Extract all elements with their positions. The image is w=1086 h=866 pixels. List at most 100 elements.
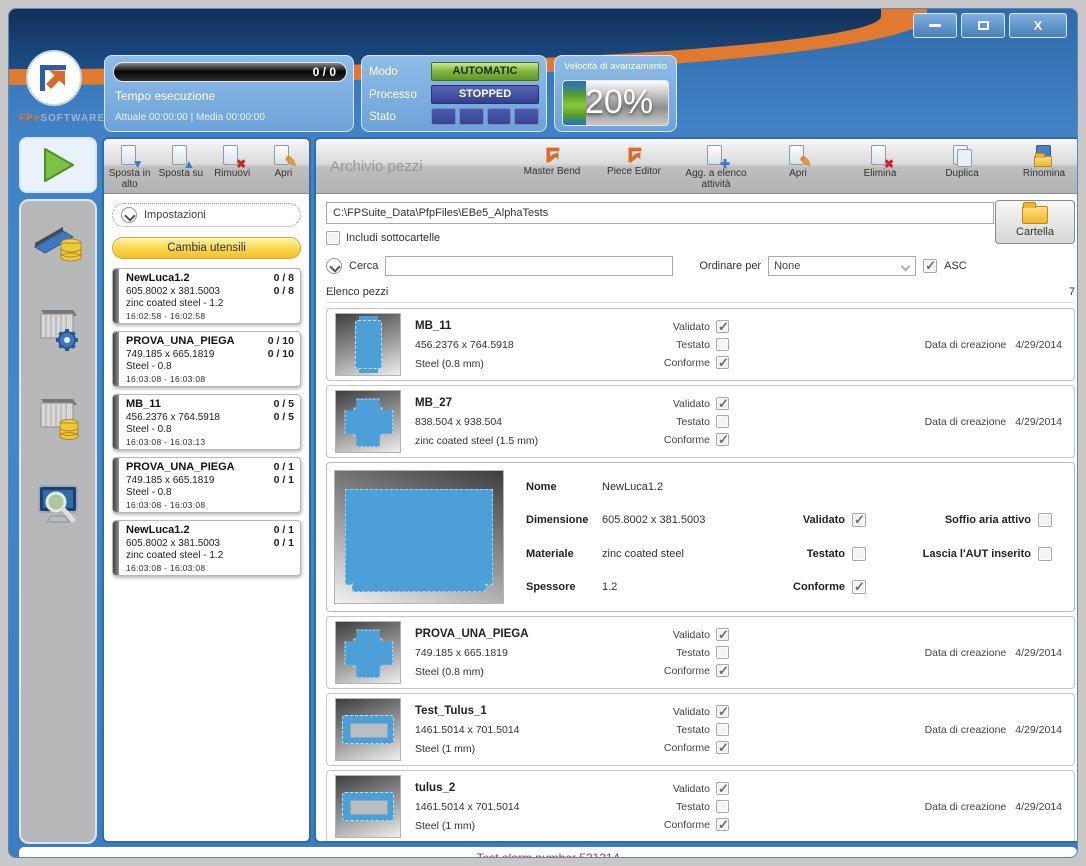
tested-checkbox[interactable] xyxy=(716,646,729,659)
creation-date-value: 4/29/2014 xyxy=(1015,801,1062,813)
validated-checkbox[interactable] xyxy=(716,628,729,641)
search-input[interactable] xyxy=(385,256,673,276)
piece-thumbnail xyxy=(335,775,401,838)
leave-aut-label: Lascia l'AUT inserito xyxy=(923,548,1031,560)
archive-title: Archivio pezzi xyxy=(316,158,511,175)
maximize-button[interactable] xyxy=(961,13,1005,38)
queue-open-button[interactable]: ✎ Apri xyxy=(258,139,309,193)
piece-row[interactable]: MB_11 456.2376 x 764.5918 Steel (0.8 mm)… xyxy=(326,308,1075,381)
tested-label: Testato xyxy=(807,548,845,560)
tools-database-icon[interactable] xyxy=(31,391,85,448)
creation-date-value: 4/29/2014 xyxy=(1015,647,1062,659)
settings-expander[interactable]: Impostazioni xyxy=(112,203,301,227)
piece-editor-button[interactable]: Piece Editor xyxy=(593,139,675,193)
queue-panel: ▼ Sposta in alto ▲ Sposta su ✖ Rimuovi ✎… xyxy=(102,137,311,843)
queue-item[interactable]: NewLuca1.20 / 80 / 8 605.8002 x 381.5003… xyxy=(112,268,301,324)
queue-list: NewLuca1.20 / 80 / 8 605.8002 x 381.5003… xyxy=(112,268,301,576)
tested-checkbox[interactable] xyxy=(716,800,729,813)
move-to-top-button[interactable]: ▼ Sposta in alto xyxy=(104,139,155,193)
rename-button[interactable]: Rinomina xyxy=(1003,139,1078,193)
folder-path-input[interactable] xyxy=(326,202,994,224)
open-button[interactable]: ✎ Apri xyxy=(757,139,839,193)
piece-dims: 749.185 x 665.1819 xyxy=(415,647,603,659)
queue-item[interactable]: PROVA_UNA_PIEGA0 / 10 / 1 749.185 x 665.… xyxy=(112,457,301,513)
conforming-checkbox[interactable] xyxy=(852,580,866,594)
piece-row[interactable]: MB_27 838.504 x 938.504 zinc coated stee… xyxy=(326,385,1075,458)
queue-item-dims: 749.185 x 665.1819 xyxy=(126,475,294,487)
include-subfolders-checkbox[interactable] xyxy=(326,231,340,245)
piece-dims: 456.2376 x 764.5918 xyxy=(415,339,603,351)
delete-button[interactable]: ✖ Elimina xyxy=(839,139,921,193)
conforming-checkbox[interactable] xyxy=(716,818,729,831)
chevron-down-icon[interactable] xyxy=(326,258,342,274)
air-blow-checkbox[interactable] xyxy=(1038,513,1052,527)
queue-item-material: zinc coated steel - 1.2 xyxy=(126,550,294,562)
validated-label: Validato xyxy=(673,398,710,410)
selected-piece-detail[interactable]: Nome NewLuca1.2 Dimensione 605.8002 x 38… xyxy=(326,462,1075,612)
window-body: X FPeSOFTWARE 0 / 0 Tempo esecuzione Att… xyxy=(8,8,1078,858)
feed-speed-gauge: 20% xyxy=(562,80,669,126)
tested-label: Testato xyxy=(676,416,710,428)
tested-checkbox[interactable] xyxy=(852,547,866,561)
move-up-icon: ▲ xyxy=(169,144,193,168)
detail-thickness-label: Spessore xyxy=(526,581,602,593)
close-button[interactable]: X xyxy=(1009,13,1067,38)
validated-checkbox[interactable] xyxy=(716,705,729,718)
diagnostics-icon[interactable] xyxy=(31,480,85,535)
conforming-checkbox[interactable] xyxy=(716,741,729,754)
conforming-checkbox[interactable] xyxy=(716,356,729,369)
folder-button[interactable]: Cartella xyxy=(995,200,1075,244)
move-to-top-icon: ▼ xyxy=(118,144,142,168)
master-bend-button[interactable]: Master Bend xyxy=(511,139,593,193)
state-indicator-boxes xyxy=(431,108,539,125)
piece-material: Steel (1 mm) xyxy=(415,820,603,832)
tested-label: Testato xyxy=(676,647,710,659)
validated-checkbox[interactable] xyxy=(852,513,866,527)
conforming-label: Conforme xyxy=(664,819,710,831)
queue-item[interactable]: MB_110 / 50 / 5 456.2376 x 764.5918 Stee… xyxy=(112,394,301,450)
change-tools-button[interactable]: Cambia utensili xyxy=(112,237,301,259)
tested-checkbox[interactable] xyxy=(716,723,729,736)
remove-button[interactable]: ✖ Rimuovi xyxy=(207,139,258,193)
add-to-task-list-button[interactable]: ✚ Agg. a elenco attività xyxy=(675,139,757,193)
application-window: X FPeSOFTWARE 0 / 0 Tempo esecuzione Att… xyxy=(0,0,1086,866)
machine-database-icon[interactable] xyxy=(31,215,85,270)
execution-time-label: Tempo esecuzione xyxy=(115,89,215,103)
validated-checkbox[interactable] xyxy=(716,320,729,333)
minimize-icon xyxy=(929,24,941,27)
validated-checkbox[interactable] xyxy=(716,782,729,795)
duplicate-button[interactable]: Duplica xyxy=(921,139,1003,193)
creation-date-label: Data di creazione xyxy=(925,416,1007,428)
tested-checkbox[interactable] xyxy=(716,415,729,428)
validated-checkbox[interactable] xyxy=(716,397,729,410)
conforming-checkbox[interactable] xyxy=(716,664,729,677)
order-by-label: Ordinare per xyxy=(699,260,761,272)
leave-aut-checkbox[interactable] xyxy=(1038,547,1052,561)
queue-item[interactable]: PROVA_UNA_PIEGA0 / 100 / 10 749.185 x 66… xyxy=(112,331,301,387)
piece-thumbnail-large xyxy=(334,470,504,604)
creation-date-label: Data di creazione xyxy=(925,724,1007,736)
fpe-logo-icon xyxy=(25,49,83,107)
conforming-checkbox[interactable] xyxy=(716,433,729,446)
start-button[interactable] xyxy=(19,137,97,193)
piece-row[interactable]: tulus_2 1461.5014 x 701.5014 Steel (1 mm… xyxy=(326,770,1075,843)
move-up-button[interactable]: ▲ Sposta su xyxy=(155,139,206,193)
queue-item[interactable]: NewLuca1.20 / 10 / 1 605.8002 x 381.5003… xyxy=(112,520,301,576)
piece-row[interactable]: PROVA_UNA_PIEGA 749.185 x 665.1819 Steel… xyxy=(326,616,1075,689)
maximize-icon xyxy=(978,21,989,30)
tools-setup-icon[interactable] xyxy=(31,302,85,359)
archive-toolbar: Archivio pezzi Master Bend Piece Editor … xyxy=(316,139,1078,194)
asc-checkbox[interactable] xyxy=(923,259,937,273)
minimize-button[interactable] xyxy=(913,13,957,38)
process-value: STOPPED xyxy=(431,85,539,104)
creation-date-label: Data di creazione xyxy=(925,339,1007,351)
remove-icon: ✖ xyxy=(220,144,244,168)
tested-checkbox[interactable] xyxy=(716,338,729,351)
detail-material-label: Materiale xyxy=(526,548,602,560)
piece-row[interactable]: Test_Tulus_1 1461.5014 x 701.5014 Steel … xyxy=(326,693,1075,766)
queue-item-times: 16:03:08 - 16:03:08 xyxy=(126,374,294,384)
order-by-select[interactable]: None xyxy=(768,256,916,276)
state-box xyxy=(487,108,512,125)
archive-panel: Archivio pezzi Master Bend Piece Editor … xyxy=(314,137,1078,843)
brand-text: FPeSOFTWARE xyxy=(19,113,105,124)
